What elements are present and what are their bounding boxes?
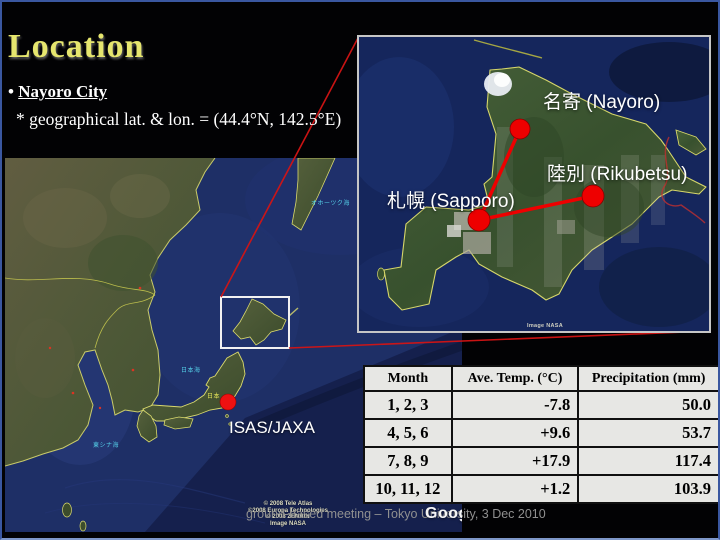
- google-watermark: Google: [425, 505, 462, 523]
- sea-of-japan-label: 日本海: [181, 365, 201, 374]
- isas-jaxa-marker: [220, 394, 236, 410]
- table-row: 1, 2, 3 -7.8 50.0: [364, 391, 719, 419]
- coordinates-text: * geographical lat. & lon. = (44.4°N, 14…: [16, 109, 341, 130]
- isas-jaxa-label: ISAS/JAXA: [229, 418, 315, 438]
- cell-months: 1, 2, 3: [364, 391, 452, 419]
- cell-temp: -7.8: [452, 391, 579, 419]
- climate-table: Month Ave. Temp. (°C) Precipitation (mm)…: [363, 365, 720, 504]
- table-row: 7, 8, 9 +17.9 117.4: [364, 447, 719, 475]
- cell-precip: 53.7: [578, 419, 719, 447]
- hokkaido-inset-map: 名寄 (Nayoro) 陸別 (Rikubetsu) 札幌 (Sapporo) …: [357, 35, 711, 333]
- cell-temp: +1.2: [452, 475, 579, 503]
- bullet-marker: •: [8, 82, 14, 101]
- footer-text: ground-based meeting – Tokyo University,…: [246, 507, 546, 521]
- sea-of-okhotsk-label: オホーツク海: [311, 198, 350, 207]
- page-title: Location: [8, 28, 341, 66]
- okushiri-island: [378, 268, 385, 280]
- presentation-slide: 日本海 東シナ海 オホーツク海 日本 ISAS/JAXA © 2008 Tele…: [0, 0, 720, 540]
- cell-temp: +9.6: [452, 419, 579, 447]
- col-header-avg-temp: Ave. Temp. (°C): [452, 366, 579, 391]
- col-header-month: Month: [364, 366, 452, 391]
- cell-months: 7, 8, 9: [364, 447, 452, 475]
- bullet-text: Nayoro City: [18, 82, 107, 101]
- nayoro-marker: [510, 119, 530, 139]
- cell-months: 10, 11, 12: [364, 475, 452, 503]
- japan-label: 日本: [207, 391, 220, 400]
- inset-image-credit: Image NASA: [527, 323, 563, 329]
- attribution-line: Image NASA: [235, 521, 341, 528]
- cell-temp: +17.9: [452, 447, 579, 475]
- col-header-precipitation: Precipitation (mm): [578, 366, 719, 391]
- bullet-nayoro-city: • Nayoro City: [8, 82, 341, 102]
- east-china-sea-label: 東シナ海: [93, 440, 119, 449]
- text-block: Location • Nayoro City * geographical la…: [8, 28, 341, 130]
- cloud-patch: [494, 73, 510, 87]
- table-row: 4, 5, 6 +9.6 53.7: [364, 419, 719, 447]
- table-row: 10, 11, 12 +1.2 103.9: [364, 475, 719, 503]
- sapporo-label: 札幌 (Sapporo): [387, 186, 515, 213]
- cell-months: 4, 5, 6: [364, 419, 452, 447]
- table-header-row: Month Ave. Temp. (°C) Precipitation (mm): [364, 366, 719, 391]
- cell-precip: 103.9: [578, 475, 719, 503]
- rikubetsu-marker: [582, 185, 604, 207]
- rikubetsu-label: 陸別 (Rikubetsu): [547, 159, 687, 186]
- nayoro-label: 名寄 (Nayoro): [543, 87, 660, 114]
- cell-precip: 50.0: [578, 391, 719, 419]
- cell-precip: 117.4: [578, 447, 719, 475]
